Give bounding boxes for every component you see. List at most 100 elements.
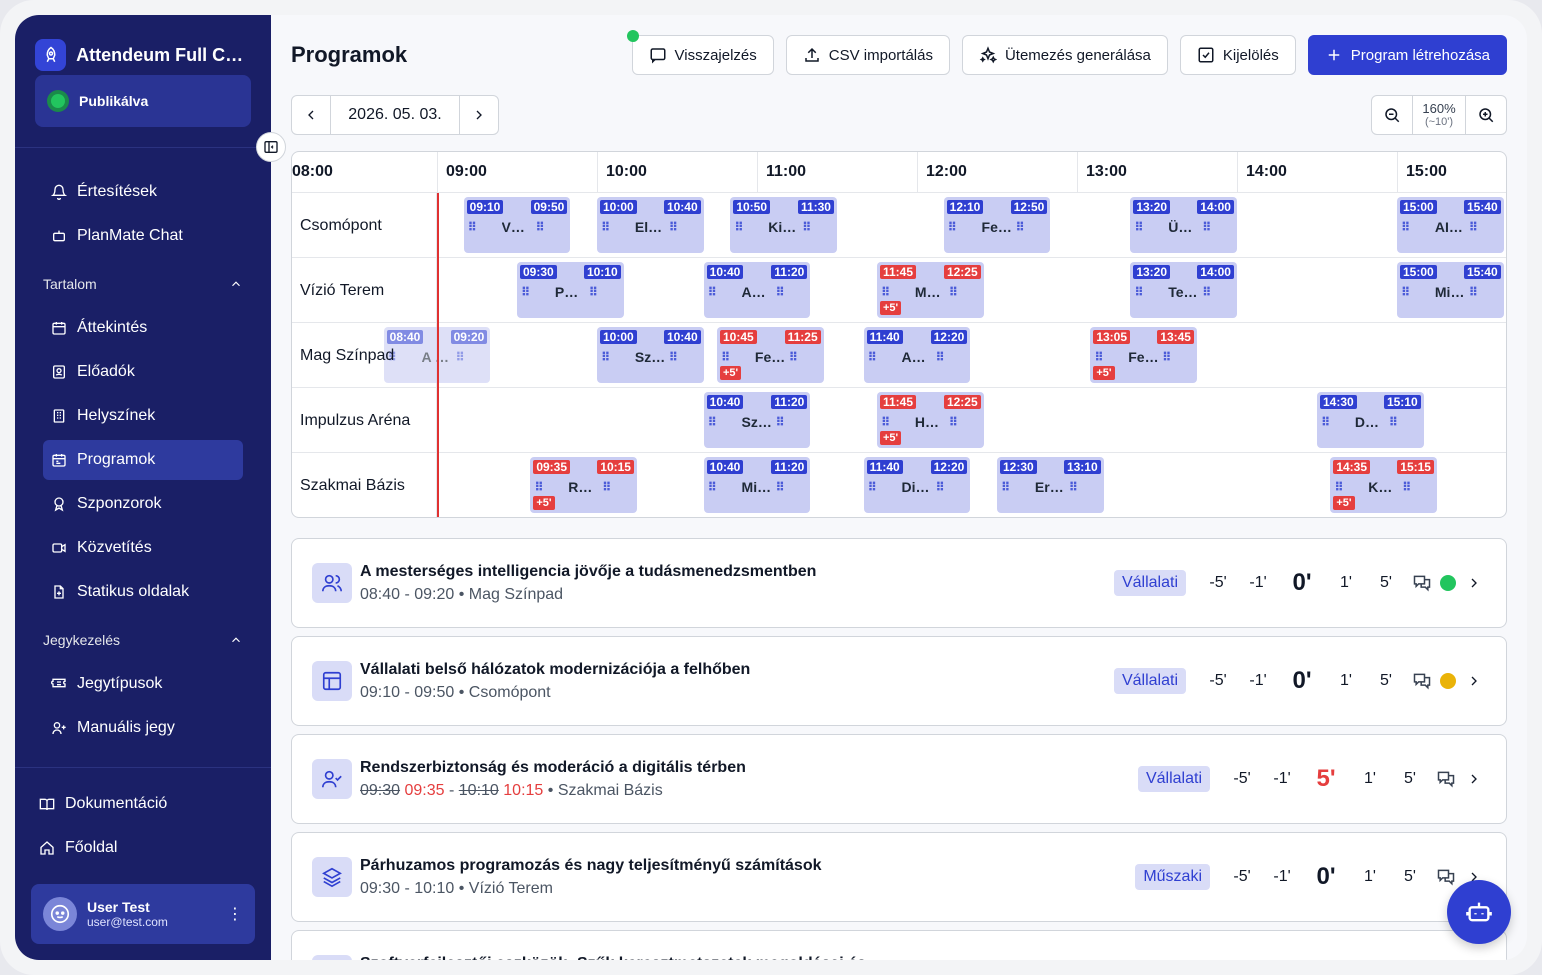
resize-handle-icon[interactable]: ⠿	[775, 480, 806, 494]
drag-handle-icon[interactable]: ⠿	[881, 285, 912, 299]
nav-item-static-pages[interactable]: Statikus oldalak	[43, 572, 243, 612]
program-card[interactable]: Párhuzamos programozás és nagy teljesítm…	[291, 832, 1507, 922]
comments-icon[interactable]	[1436, 867, 1456, 887]
resize-handle-icon[interactable]: ⠿	[589, 285, 620, 299]
plus-5-button[interactable]: 5'	[1390, 770, 1430, 788]
program-block[interactable]: 13:20 14:00 ⠿Termékfej...⠿	[1130, 262, 1237, 318]
nav-item-venues[interactable]: Helyszínek	[43, 396, 243, 436]
drag-handle-icon[interactable]: ⠿	[1401, 285, 1432, 299]
drag-handle-icon[interactable]: ⠿	[1401, 220, 1432, 234]
plus-5-button[interactable]: 5'	[1366, 574, 1406, 592]
drag-handle-icon[interactable]: ⠿	[881, 415, 912, 429]
nav-item-programs[interactable]: Programok	[43, 440, 243, 480]
program-block[interactable]: 09:35 10:15 ⠿Rendszer...⠿+5'	[530, 457, 637, 513]
nav-item-manual-ticket[interactable]: Manuális jegy	[43, 708, 243, 748]
resize-handle-icon[interactable]: ⠿	[775, 285, 806, 299]
drag-handle-icon[interactable]: ⠿	[601, 350, 632, 364]
resize-handle-icon[interactable]: ⠿	[669, 350, 700, 364]
program-block[interactable]: 10:00 10:40 ⠿Szoftverf...⠿	[597, 327, 704, 383]
drag-handle-icon[interactable]: ⠿	[721, 350, 752, 364]
csv-import-button[interactable]: CSV importálás	[785, 35, 950, 75]
resize-handle-icon[interactable]: ⠿	[1015, 220, 1046, 234]
drag-handle-icon[interactable]: ⠿	[1094, 350, 1125, 364]
program-card[interactable]: A mesterséges intelligencia jövője a tud…	[291, 538, 1507, 628]
resize-handle-icon[interactable]: ⠿	[1469, 220, 1500, 234]
program-block[interactable]: 13:05 13:45 ⠿Fejlesztői...⠿+5'	[1090, 327, 1197, 383]
minus-5-button[interactable]: -5'	[1222, 868, 1262, 886]
minus-5-button[interactable]: -5'	[1222, 770, 1262, 788]
chevron-right-icon[interactable]	[1466, 673, 1482, 689]
resize-handle-icon[interactable]: ⠿	[789, 350, 820, 364]
resize-handle-icon[interactable]: ⠿	[949, 285, 980, 299]
nav-item-speakers[interactable]: Előadók	[43, 352, 243, 392]
resize-handle-icon[interactable]: ⠿	[949, 415, 980, 429]
zoom-out-button[interactable]	[1372, 96, 1412, 134]
minus-5-button[interactable]: -5'	[1198, 672, 1238, 690]
nav-item-planmate-chat[interactable]: PlanMate Chat	[43, 216, 243, 256]
nav-item-ticket-types[interactable]: Jegytípusok	[43, 664, 243, 704]
drag-handle-icon[interactable]: ⠿	[868, 350, 899, 364]
minus-5-button[interactable]: -5'	[1198, 574, 1238, 592]
plus-5-button[interactable]: 5'	[1390, 868, 1430, 886]
drag-handle-icon[interactable]: ⠿	[708, 415, 739, 429]
resize-handle-icon[interactable]: ⠿	[1202, 285, 1233, 299]
plus-1-button[interactable]: 1'	[1326, 574, 1366, 592]
minus-1-button[interactable]: -1'	[1238, 672, 1278, 690]
sidebar-collapse-button[interactable]	[256, 132, 286, 162]
plus-1-button[interactable]: 1'	[1350, 770, 1390, 788]
drag-handle-icon[interactable]: ⠿	[1321, 415, 1352, 429]
drag-handle-icon[interactable]: ⠿	[534, 480, 565, 494]
resize-handle-icon[interactable]: ⠿	[802, 220, 833, 234]
program-card[interactable]: Vállalati belső hálózatok modernizációja…	[291, 636, 1507, 726]
resize-handle-icon[interactable]: ⠿	[935, 480, 966, 494]
program-block[interactable]: 10:40 11:20 ⠿Middlewa...⠿	[703, 457, 811, 513]
drag-handle-icon[interactable]: ⠿	[948, 220, 979, 234]
program-card[interactable]: Szoftverfejlesztői eszközök: Szűk keresz…	[291, 930, 1507, 960]
drag-handle-icon[interactable]: ⠿	[1334, 480, 1365, 494]
comments-icon[interactable]	[1412, 671, 1432, 691]
next-day-button[interactable]	[460, 96, 498, 134]
drag-handle-icon[interactable]: ⠿	[521, 285, 552, 299]
resize-handle-icon[interactable]: ⠿	[1389, 415, 1420, 429]
publish-status[interactable]: Publikálva	[35, 75, 251, 127]
nav-item-home[interactable]: Főoldal	[31, 828, 255, 868]
drag-handle-icon[interactable]: ⠿	[601, 220, 632, 234]
nav-item-broadcast[interactable]: Közvetítés	[43, 528, 243, 568]
drag-handle-icon[interactable]: ⠿	[1134, 285, 1165, 299]
program-block[interactable]: 10:40 11:20 ⠿Szoftver...⠿	[703, 392, 811, 448]
drag-handle-icon[interactable]: ⠿	[468, 220, 499, 234]
resize-handle-icon[interactable]: ⠿	[1469, 285, 1500, 299]
resize-handle-icon[interactable]: ⠿	[535, 220, 566, 234]
program-block[interactable]: 11:40 12:20 ⠿Dizájn-re...⠿	[863, 457, 971, 513]
program-block[interactable]: 10:45 11:25 ⠿Felhaszn...⠿+5'	[717, 327, 824, 383]
nav-item-notifications[interactable]: Értesítések	[43, 172, 243, 212]
program-block[interactable]: 12:30 13:10 ⠿Erőforrás...⠿	[997, 457, 1104, 513]
program-block[interactable]: 15:00 15:40 ⠿AI a vezet...⠿	[1397, 197, 1504, 253]
create-program-button[interactable]: Program létrehozása	[1307, 35, 1507, 75]
program-block[interactable]: 09:10 09:50 ⠿Vállalati ...⠿	[463, 197, 571, 253]
zoom-in-button[interactable]	[1466, 96, 1506, 134]
drag-handle-icon[interactable]: ⠿	[708, 285, 739, 299]
drag-handle-icon[interactable]: ⠿	[734, 220, 765, 234]
generate-schedule-button[interactable]: Ütemezés generálása	[961, 35, 1168, 75]
program-block[interactable]: 12:10 12:50 ⠿Fenntart...⠿	[943, 197, 1051, 253]
minus-1-button[interactable]: -1'	[1262, 868, 1302, 886]
program-block[interactable]: 11:45 12:25 ⠿Modern fr...⠿+5'	[877, 262, 984, 318]
user-card[interactable]: User Test user@test.com ⋮	[31, 884, 255, 944]
resize-handle-icon[interactable]: ⠿	[1202, 220, 1233, 234]
nav-section-tickets[interactable]: Jegykezelés	[43, 620, 243, 660]
comments-icon[interactable]	[1436, 769, 1456, 789]
program-block[interactable]: 13:20 14:00 ⠿Ügyfélhű...⠿	[1130, 197, 1237, 253]
select-button[interactable]: Kijelölés	[1179, 35, 1296, 75]
program-block[interactable]: 11:45 12:25 ⠿Hálózati i...⠿+5'	[877, 392, 984, 448]
resize-handle-icon[interactable]: ⠿	[935, 350, 966, 364]
resize-handle-icon[interactable]: ⠿	[455, 350, 486, 364]
drag-handle-icon[interactable]: ⠿	[868, 480, 899, 494]
drag-handle-icon[interactable]: ⠿	[708, 480, 739, 494]
app-title[interactable]: Attendeum Full Co...	[76, 45, 251, 66]
assistant-button[interactable]	[1447, 880, 1511, 944]
prev-day-button[interactable]	[292, 96, 330, 134]
program-block[interactable]: 10:50 11:30 ⠿Kiberbizt...⠿	[730, 197, 837, 253]
minus-1-button[interactable]: -1'	[1238, 574, 1278, 592]
nav-section-content[interactable]: Tartalom	[43, 264, 243, 304]
